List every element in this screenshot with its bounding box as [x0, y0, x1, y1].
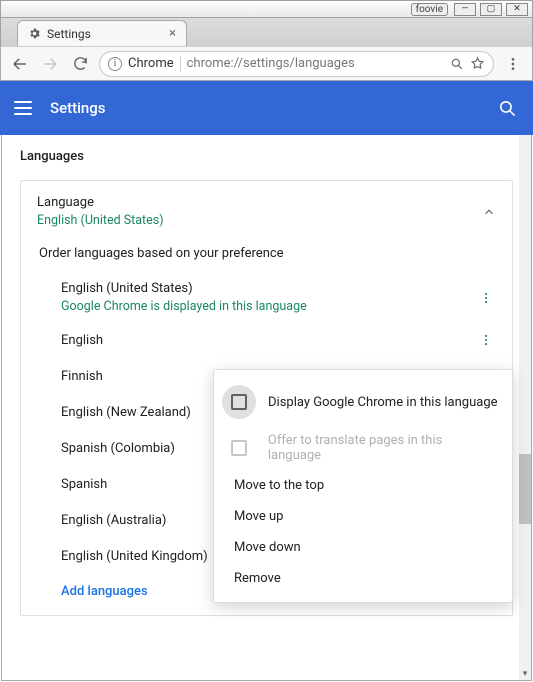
language-current: English (United States) — [37, 213, 482, 228]
reload-button[interactable] — [69, 53, 91, 75]
language-title: Language — [37, 195, 482, 210]
checkbox-icon — [231, 440, 247, 456]
address-url: chrome://settings/languages — [187, 56, 444, 71]
tab-title: Settings — [47, 27, 91, 41]
menu-offer-translate: Offer to translate pages in this languag… — [214, 426, 512, 470]
language-options-button[interactable] — [476, 333, 496, 347]
window-maximize-button[interactable]: ▢ — [480, 3, 502, 16]
language-name: English — [61, 333, 476, 348]
checkbox-icon[interactable] — [231, 394, 247, 410]
language-row: English — [37, 322, 496, 358]
settings-search-button[interactable] — [498, 99, 517, 118]
language-row: English (United States) Google Chrome is … — [37, 273, 496, 322]
bookmark-star-icon[interactable] — [470, 56, 485, 71]
language-options-menu: Display Google Chrome in this language O… — [213, 369, 513, 603]
menu-move-down[interactable]: Move down — [214, 532, 512, 563]
browser-tab-settings[interactable]: Settings × — [17, 20, 187, 46]
search-icon[interactable] — [450, 57, 464, 71]
browser-menu-button[interactable] — [502, 53, 524, 75]
gear-icon — [28, 27, 41, 40]
chevron-up-icon — [482, 205, 496, 219]
tab-close-icon[interactable]: × — [169, 26, 176, 41]
language-name: English (United States) — [61, 281, 476, 296]
settings-header: Settings — [0, 81, 533, 135]
forward-button[interactable] — [39, 53, 61, 75]
menu-label: Offer to translate pages in this languag… — [268, 433, 498, 463]
address-bar[interactable]: i Chrome chrome://settings/languages — [99, 51, 494, 77]
window-titlebar: foovie — ▢ ✕ — [0, 0, 533, 18]
language-options-button[interactable] — [476, 291, 496, 305]
back-button[interactable] — [9, 53, 31, 75]
titlebar-badge: foovie — [411, 3, 448, 16]
browser-tabstrip: Settings × — [0, 18, 533, 46]
address-separator — [180, 56, 181, 72]
language-card-header[interactable]: Language English (United States) — [37, 195, 496, 228]
order-note: Order languages based on your preference — [39, 246, 496, 261]
section-heading-languages: Languages — [20, 149, 513, 164]
menu-move-top[interactable]: Move to the top — [214, 470, 512, 501]
menu-display-in-language[interactable]: Display Google Chrome in this language — [214, 378, 512, 426]
browser-toolbar: i Chrome chrome://settings/languages — [0, 46, 533, 81]
window-minimize-button[interactable]: — — [454, 3, 476, 16]
language-note: Google Chrome is displayed in this langu… — [61, 299, 476, 314]
window-close-button[interactable]: ✕ — [506, 3, 528, 16]
menu-remove[interactable]: Remove — [214, 563, 512, 594]
checkbox-focus-ring — [222, 385, 256, 419]
settings-title: Settings — [50, 99, 498, 117]
menu-label: Display Google Chrome in this language — [268, 395, 498, 410]
site-info-icon[interactable]: i — [108, 57, 122, 71]
menu-icon[interactable] — [14, 101, 32, 115]
menu-move-up[interactable]: Move up — [214, 501, 512, 532]
address-scheme: Chrome — [128, 56, 174, 71]
